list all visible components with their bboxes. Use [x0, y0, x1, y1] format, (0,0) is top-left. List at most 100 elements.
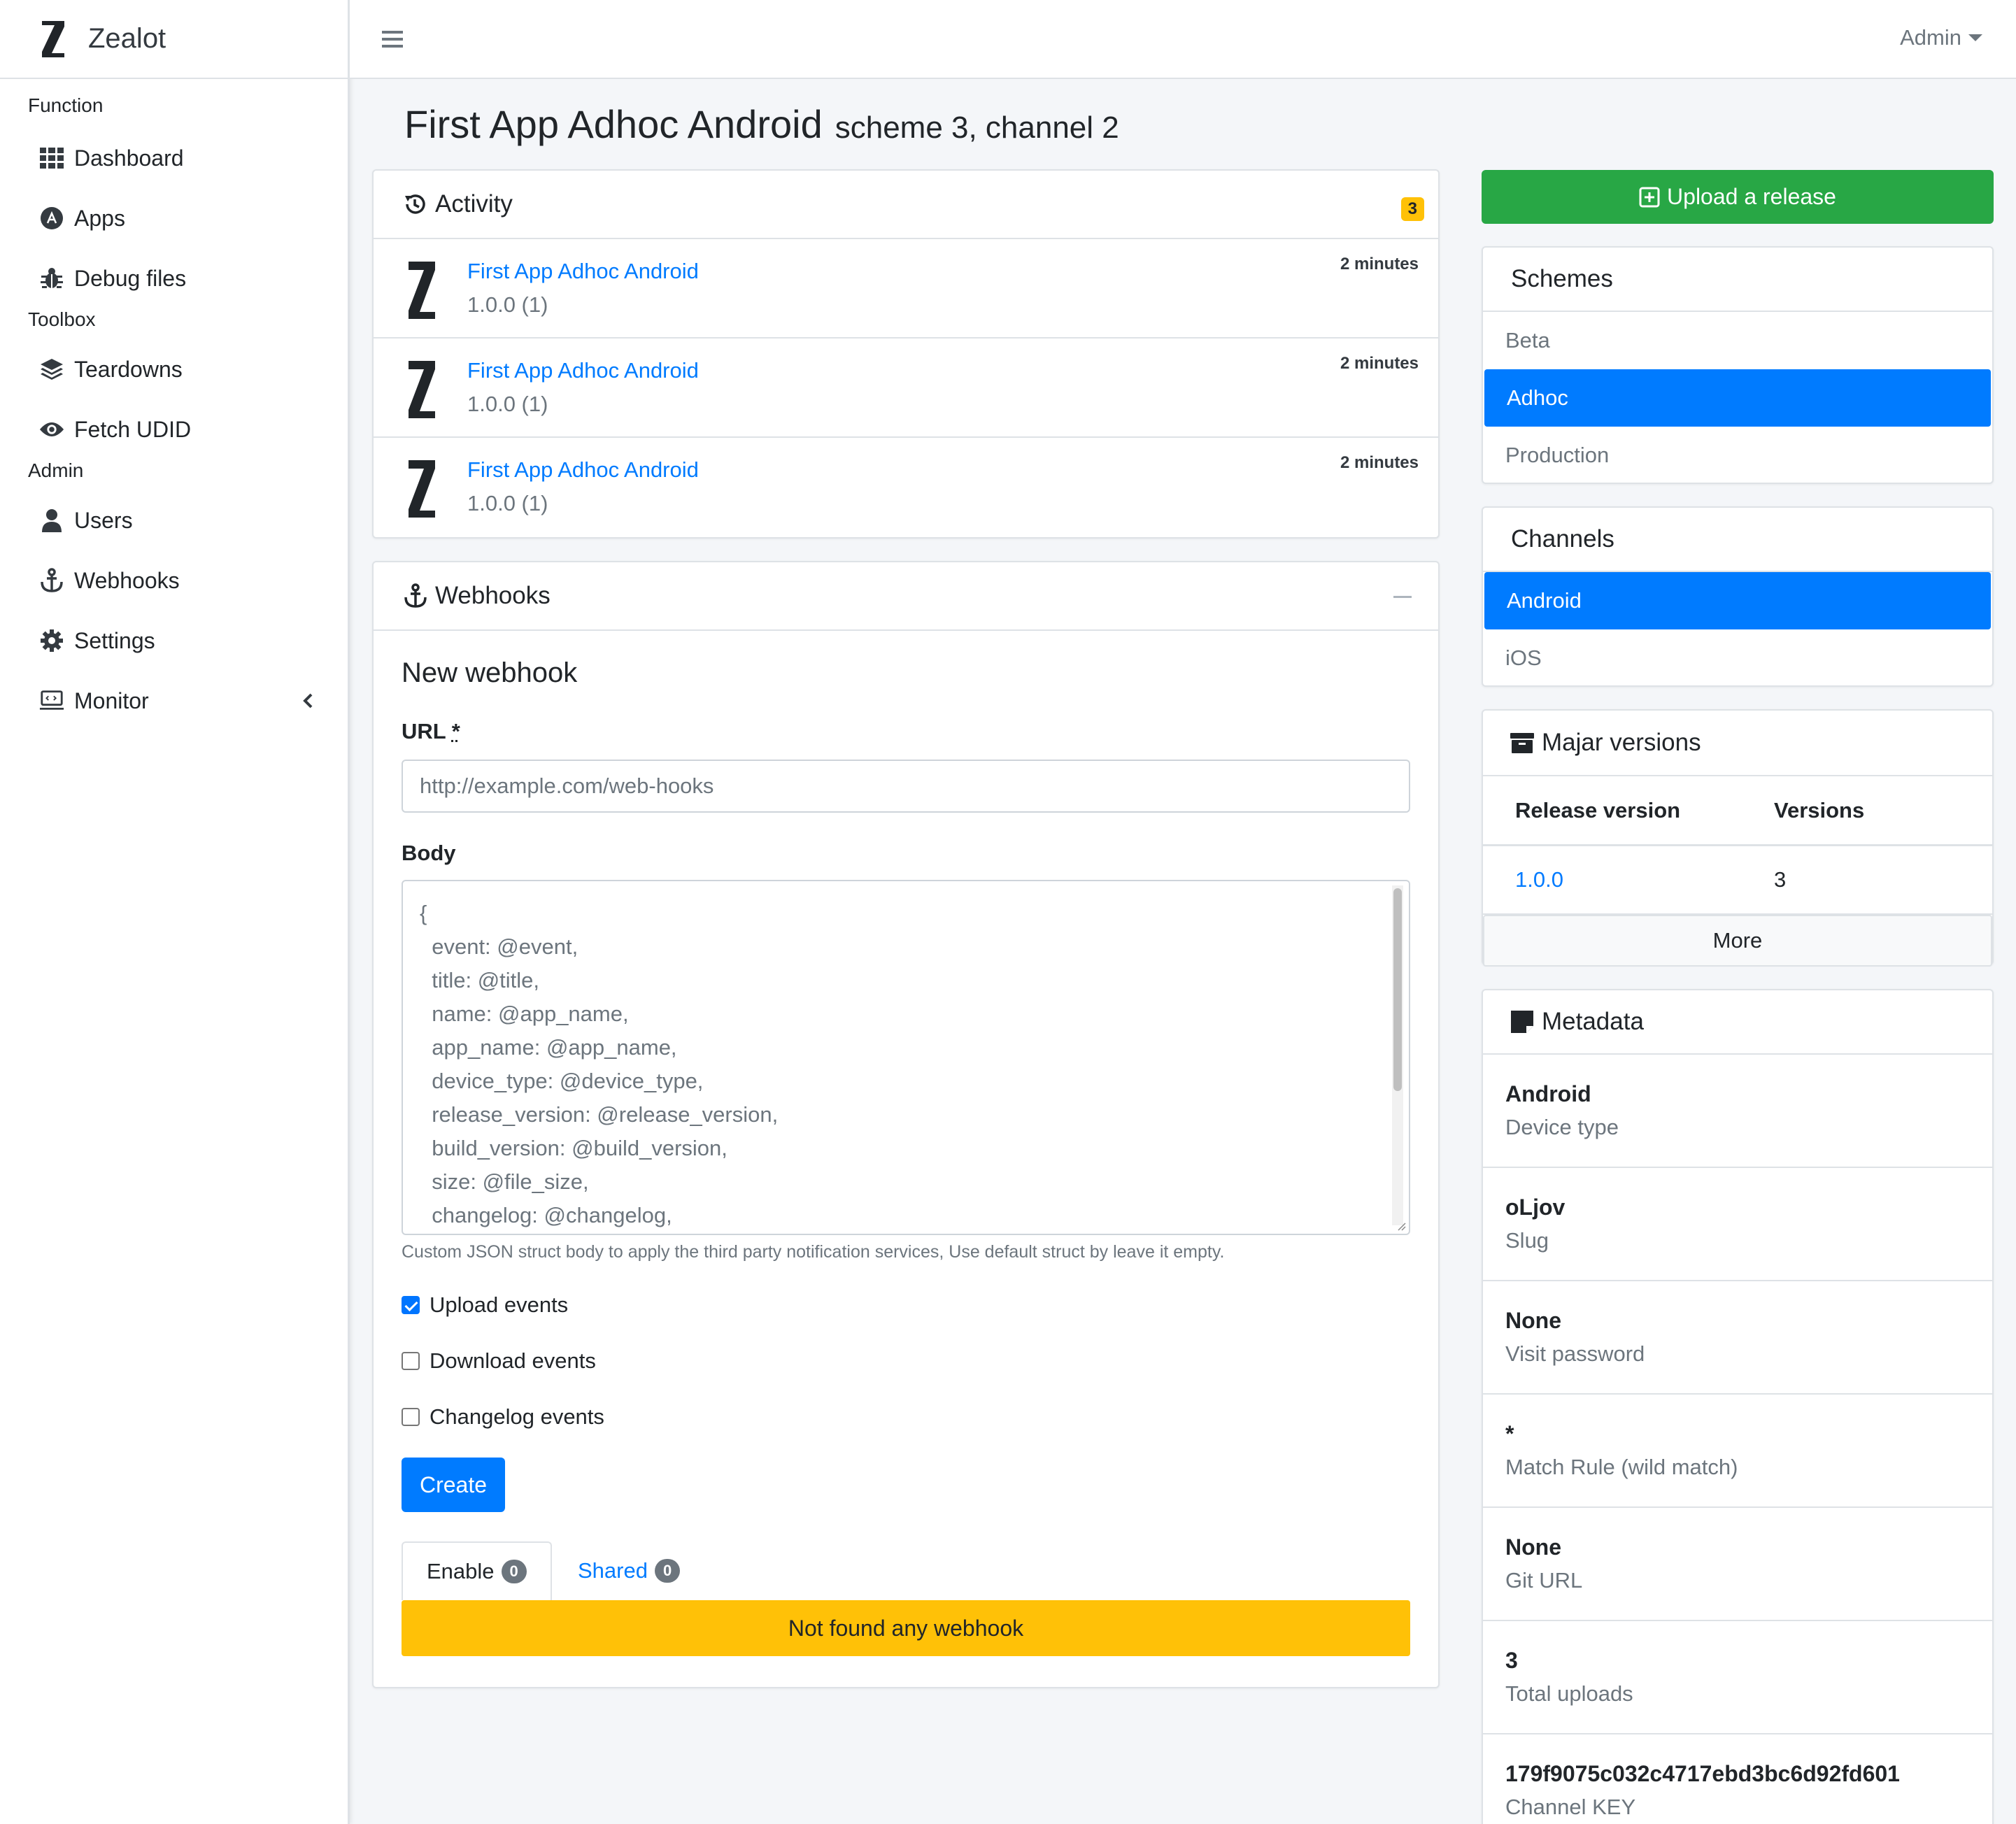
zealot-logo-icon [409, 460, 435, 518]
metadata-item: Android Device type [1483, 1055, 1992, 1168]
bug-icon [39, 266, 64, 291]
versions-table-head: Release version Versions [1483, 776, 1992, 846]
metadata-item: * Match Rule (wild match) [1483, 1395, 1992, 1508]
sticky-note-icon [1511, 1011, 1533, 1033]
textarea-scroll-thumb[interactable] [1393, 888, 1402, 1091]
create-webhook-button[interactable]: Create [402, 1458, 505, 1512]
activity-card-header: Activity 3 [374, 171, 1438, 239]
required-mark: * [451, 719, 460, 743]
activity-card: Activity 3 First App Adhoc Android 1.0.0… [372, 169, 1440, 539]
checkbox-label: Download events [430, 1348, 596, 1373]
scheme-item-adhoc[interactable]: Adhoc [1484, 369, 1991, 427]
upload-release-button[interactable]: Upload a release [1482, 170, 1994, 224]
metadata-item: oLjov Slug [1483, 1168, 1992, 1281]
tab-shared[interactable]: Shared 0 [554, 1541, 704, 1600]
body-line: build_version: @build_version, [420, 1136, 727, 1160]
scheme-item-beta[interactable]: Beta [1483, 312, 1992, 369]
body-textarea[interactable]: { event: @event, title: @title, name: @a… [402, 880, 1410, 1235]
collapse-minus-icon[interactable] [1393, 596, 1412, 598]
webhooks-card: Webhooks New webhook URL * http://exampl… [372, 561, 1440, 1688]
body-line: size: @file_size, [420, 1169, 589, 1194]
nav-header-function: Function [28, 94, 104, 116]
metadata-item: 179f9075c032c4717ebd3bc6d92fd601 Channel… [1483, 1734, 1992, 1824]
anchor-icon [404, 583, 427, 608]
tab-label: Shared [578, 1558, 648, 1583]
checkbox-checked[interactable] [402, 1296, 420, 1314]
channel-item-ios[interactable]: iOS [1483, 629, 1992, 687]
body-line: app_name: @app_name, [420, 1035, 677, 1060]
url-input[interactable]: http://example.com/web-hooks [402, 760, 1410, 813]
user-icon [39, 508, 64, 533]
metadata-key: Match Rule (wild match) [1505, 1455, 1738, 1479]
activity-item-link[interactable]: First App Adhoc Android [467, 259, 699, 284]
nav-header-admin: Admin [28, 459, 84, 481]
sidebar-item-users[interactable]: Users [0, 490, 348, 550]
sidebar-item-label: Webhooks [74, 567, 180, 593]
body-line: { [420, 901, 427, 925]
brand[interactable]: Zealot [0, 0, 348, 79]
archive-icon [1510, 733, 1534, 753]
webhooks-title: Webhooks [435, 582, 551, 609]
sidebar-item-fetch-udid[interactable]: Fetch UDID [0, 399, 348, 459]
activity-item-time: 2 minutes [1340, 255, 1419, 273]
user-dropdown-label: Admin [1900, 25, 1961, 50]
tab-enable[interactable]: Enable 0 [402, 1541, 552, 1600]
channel-item-android[interactable]: Android [1484, 572, 1991, 629]
url-label: URL * [402, 719, 460, 744]
metadata-value: 179f9075c032c4717ebd3bc6d92fd601 [1505, 1761, 1900, 1786]
more-versions-button[interactable]: More [1483, 915, 1992, 967]
activity-item: First App Adhoc Android 1.0.0 (1) 2 minu… [374, 438, 1438, 537]
nav-header-toolbox: Toolbox [28, 308, 96, 330]
plus-square-icon [1639, 187, 1660, 207]
activity-item-version: 1.0.0 (1) [467, 392, 548, 416]
zealot-logo-icon [42, 20, 64, 57]
sidebar-item-settings[interactable]: Settings [0, 611, 348, 671]
resize-grip-icon[interactable] [1395, 1220, 1406, 1231]
sidebar-item-dashboard[interactable]: Dashboard [0, 128, 348, 188]
tab-label: Enable [427, 1559, 495, 1583]
checkbox-unchecked[interactable] [402, 1352, 420, 1370]
sidebar-item-label: Users [74, 507, 133, 533]
column-header: Release version [1515, 797, 1681, 822]
page-title: First App Adhoc Android scheme 3, channe… [404, 101, 1119, 147]
sidebar-item-debug-files[interactable]: Debug files [0, 248, 348, 308]
gear-icon [39, 628, 64, 653]
sidebar-item-webhooks[interactable]: Webhooks [0, 550, 348, 611]
history-icon [405, 194, 425, 214]
page-title-text: First App Adhoc Android [404, 102, 823, 146]
metadata-value: None [1505, 1534, 1561, 1560]
activity-item-link[interactable]: First App Adhoc Android [467, 457, 699, 483]
upload-events-checkbox[interactable]: Upload events [402, 1292, 568, 1318]
body-help-text: Custom JSON struct body to apply the thi… [402, 1242, 1225, 1262]
download-events-checkbox[interactable]: Download events [402, 1348, 596, 1374]
layers-icon [39, 357, 64, 382]
metadata-key: Git URL [1505, 1568, 1583, 1593]
sidebar-item-teardowns[interactable]: Teardowns [0, 339, 348, 399]
release-version-link[interactable]: 1.0.0 [1483, 867, 1774, 892]
monitor-icon [39, 688, 64, 713]
user-dropdown[interactable]: Admin [1900, 25, 1982, 50]
sidebar-item-label: Fetch UDID [74, 416, 192, 442]
body-line: event: @event, [420, 934, 578, 959]
table-row: 1.0.0 3 [1483, 846, 1992, 915]
sidebar-item-label: Apps [74, 205, 125, 231]
chevron-left-icon[interactable] [301, 693, 315, 708]
scheme-item-production[interactable]: Production [1483, 427, 1992, 484]
sidebar-item-label: Monitor [74, 687, 149, 713]
sidebar-item-apps[interactable]: Apps [0, 188, 348, 248]
anchor-icon [39, 568, 64, 593]
sidebar-item-label: Teardowns [74, 356, 183, 382]
versions-card: Majar versions Release version Versions … [1482, 709, 1994, 967]
upload-release-label: Upload a release [1667, 184, 1836, 209]
activity-item-time: 2 minutes [1340, 354, 1419, 373]
checkbox-unchecked[interactable] [402, 1408, 420, 1426]
changelog-events-checkbox[interactable]: Changelog events [402, 1404, 604, 1430]
metadata-title: Metadata [1542, 1008, 1644, 1035]
metadata-value: * [1505, 1421, 1514, 1446]
schemes-card: Schemes Beta Adhoc Production [1482, 246, 1994, 484]
hamburger-menu-icon[interactable] [382, 29, 403, 49]
checkbox-label: Changelog events [430, 1404, 604, 1429]
channels-title: Channels [1511, 525, 1614, 553]
activity-item-link[interactable]: First App Adhoc Android [467, 358, 699, 383]
sidebar-item-monitor[interactable]: Monitor [0, 671, 348, 731]
